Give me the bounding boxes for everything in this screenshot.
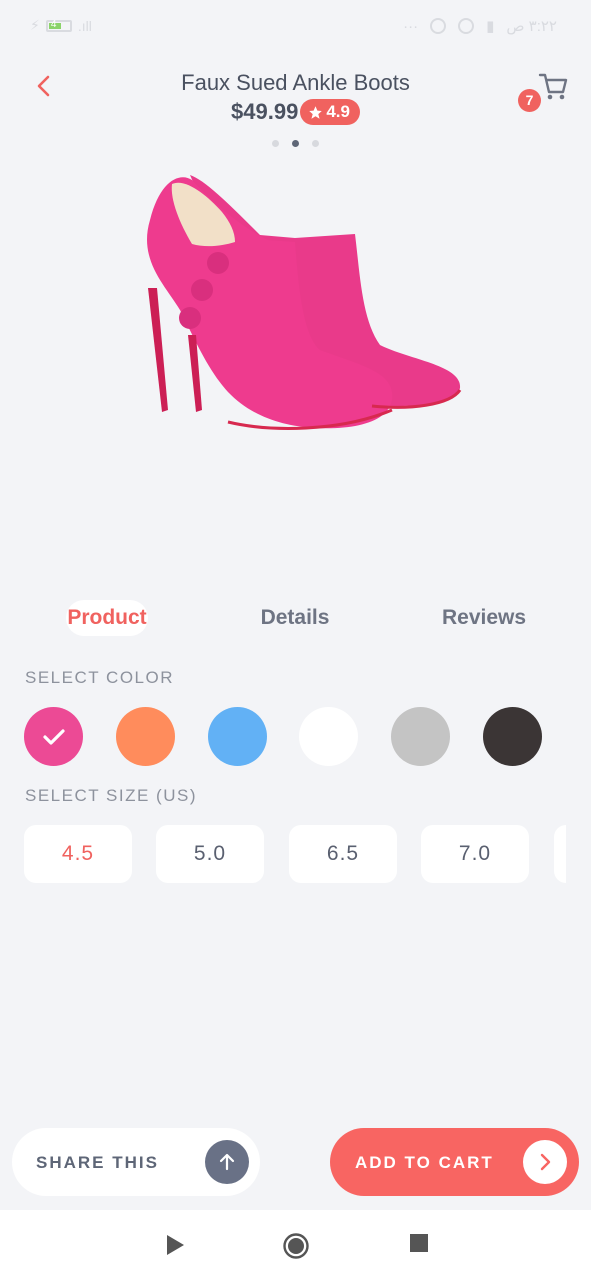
- price-row: $49.99 4.9: [0, 99, 591, 125]
- star-icon: [309, 105, 323, 119]
- select-color-label: SELECT COLOR: [25, 668, 175, 687]
- battery-icon: 4: [45, 18, 72, 32]
- size-option-4-5[interactable]: 4.5: [24, 825, 132, 883]
- chevron-right-icon: [540, 1153, 551, 1171]
- status-time: ٣:٢٢ ص: [506, 18, 557, 35]
- charging-icon: ⚡: [30, 17, 40, 33]
- signal-icon: .ıll: [77, 17, 92, 34]
- share-circle: [205, 1140, 249, 1184]
- product-price: $49.99: [231, 99, 299, 124]
- tab-details[interactable]: Details: [250, 600, 340, 636]
- trash-icon: ▮: [486, 18, 495, 35]
- status-bar: ⚡ 4 .ıll ··· ▮ ٣:٢٢ ص: [0, 0, 591, 56]
- tab-bar: Product Details Reviews: [0, 600, 591, 640]
- select-size-label: SELECT SIZE (US): [25, 786, 197, 805]
- nav-recents-button[interactable]: [408, 1232, 434, 1258]
- battery-level: 4: [50, 18, 57, 30]
- arrow-up-icon: [219, 1153, 235, 1171]
- size-option-partial[interactable]: [554, 825, 566, 883]
- nav-home-button[interactable]: [282, 1232, 309, 1259]
- rating-value: 4.9: [326, 102, 350, 121]
- color-swatch-pink[interactable]: [24, 707, 83, 766]
- nav-back-button[interactable]: [162, 1232, 188, 1258]
- tab-reviews[interactable]: Reviews: [434, 600, 534, 636]
- play-icon: [167, 1235, 184, 1255]
- carousel-dot[interactable]: [312, 140, 319, 147]
- sync-icon-2: [458, 18, 475, 34]
- home-circle-icon: [283, 1233, 309, 1259]
- rating-badge: 4.9: [300, 99, 360, 125]
- product-image: [110, 160, 480, 450]
- share-label: SHARE THIS: [36, 1153, 159, 1172]
- add-circle: [523, 1140, 567, 1184]
- shopping-cart-icon: [538, 73, 568, 100]
- size-option-5-0[interactable]: 5.0: [156, 825, 264, 883]
- status-dots: ···: [403, 17, 419, 35]
- cart-count-badge: 7: [518, 89, 541, 112]
- status-right: ··· ▮ ٣:٢٢ ص: [403, 17, 557, 36]
- share-button[interactable]: SHARE THIS: [12, 1128, 260, 1196]
- tab-product[interactable]: Product: [66, 600, 148, 636]
- color-swatch-orange[interactable]: [116, 707, 175, 766]
- check-icon: [42, 728, 65, 745]
- color-swatch-grey[interactable]: [391, 707, 450, 766]
- status-left: ⚡ 4 .ıll: [30, 17, 92, 34]
- add-to-cart-button[interactable]: ADD TO CART: [330, 1128, 579, 1196]
- system-nav-bar: [0, 1210, 591, 1280]
- size-option-7-0[interactable]: 7.0: [421, 825, 529, 883]
- size-option-6-5[interactable]: 6.5: [289, 825, 397, 883]
- carousel-dot[interactable]: [272, 140, 279, 147]
- cart-button[interactable]: [536, 70, 570, 104]
- sync-icon: [430, 18, 447, 34]
- color-swatch-black[interactable]: [483, 707, 542, 766]
- color-swatch-blue[interactable]: [208, 707, 267, 766]
- add-to-cart-label: ADD TO CART: [355, 1153, 494, 1172]
- square-icon: [410, 1234, 428, 1252]
- carousel-dot-active[interactable]: [292, 140, 299, 147]
- product-title: Faux Sued Ankle Boots: [181, 70, 410, 95]
- carousel-dots: [0, 140, 591, 147]
- color-swatch-white[interactable]: [299, 707, 358, 766]
